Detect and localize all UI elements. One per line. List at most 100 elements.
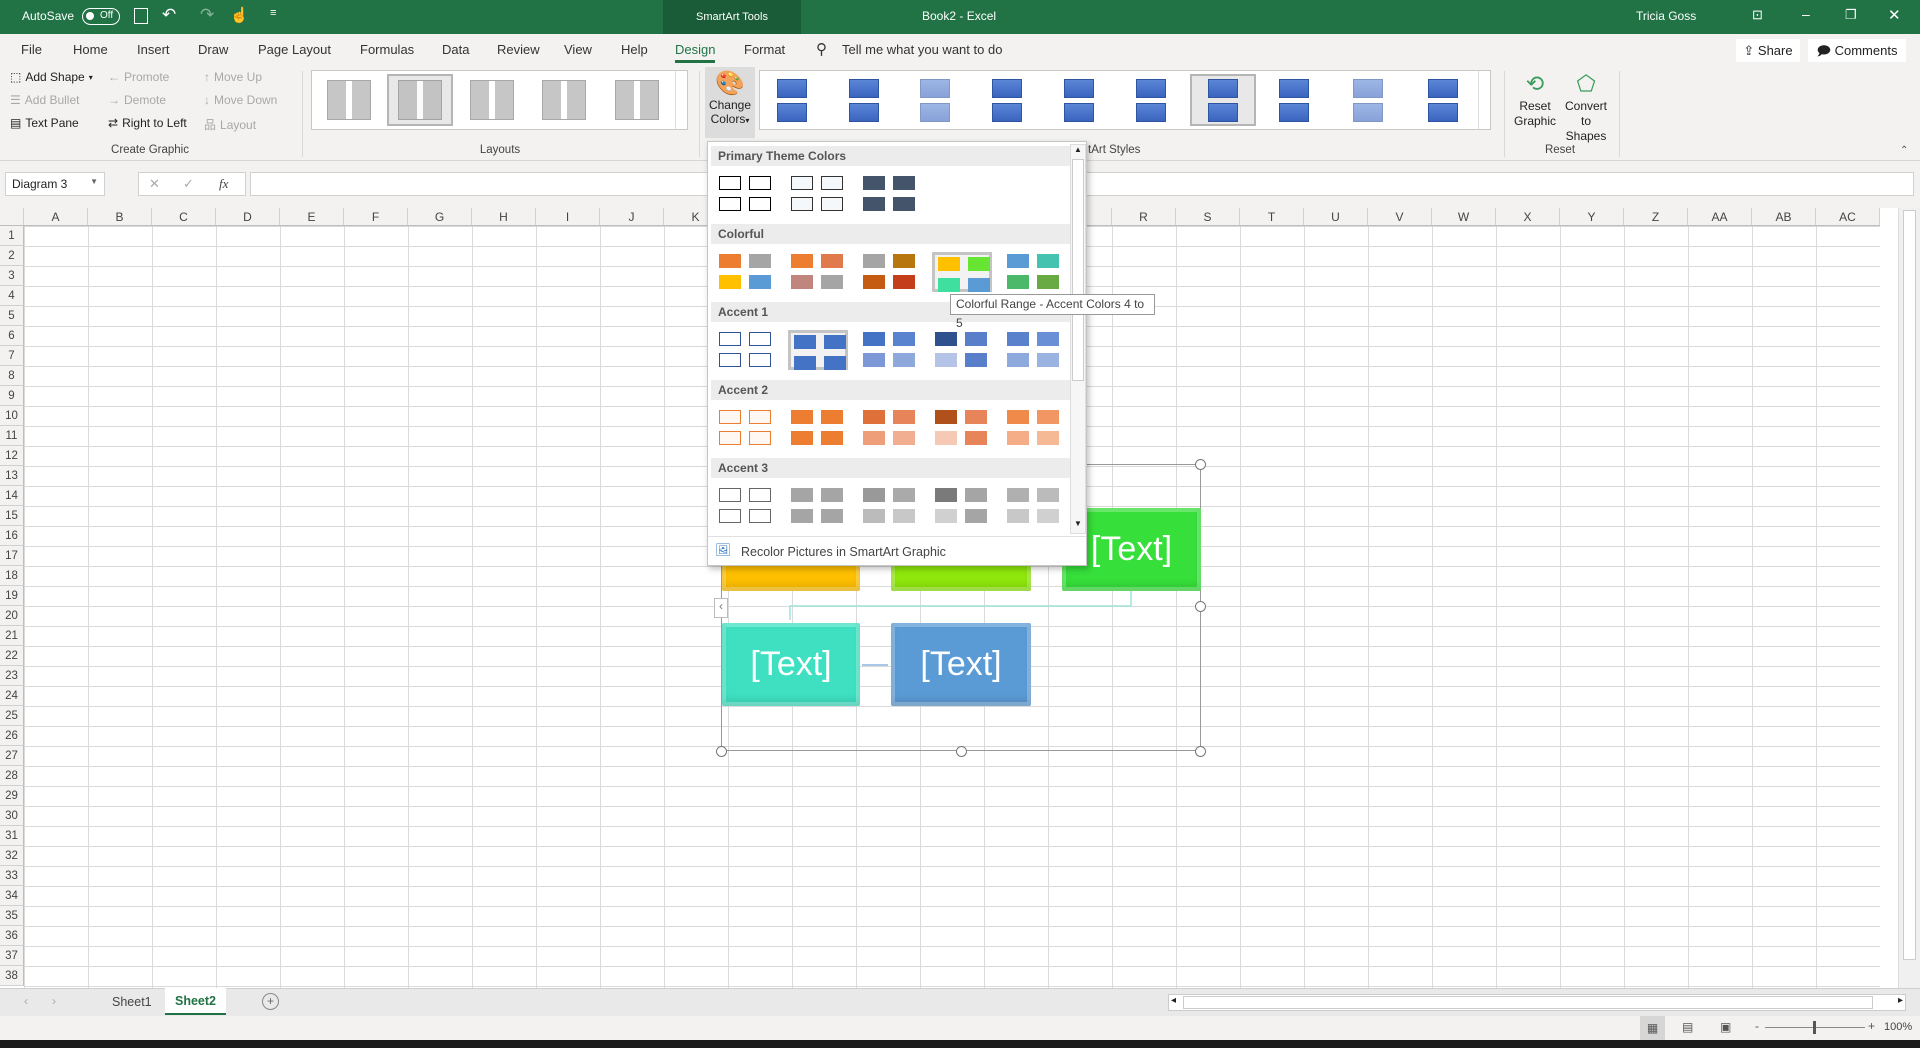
color-option[interactable] (1004, 330, 1064, 370)
color-swatch (791, 197, 813, 211)
menu-scrollbar[interactable]: ▲ ▼ (1070, 144, 1086, 534)
color-swatch (893, 509, 915, 523)
color-swatch (893, 176, 915, 190)
color-option[interactable] (932, 486, 992, 526)
color-swatch (791, 176, 813, 190)
color-option[interactable] (788, 330, 848, 370)
horizontal-scrollbar[interactable]: ◂ ▸ (1168, 994, 1906, 1011)
color-swatch (863, 197, 885, 211)
color-option[interactable] (860, 330, 920, 370)
zoom-slider[interactable] (1765, 1021, 1865, 1034)
zoom-out-icon[interactable]: - (1755, 1019, 1759, 1033)
color-swatch (1037, 488, 1059, 502)
color-option[interactable] (860, 408, 920, 448)
scroll-thumb[interactable] (1183, 996, 1873, 1009)
smartart-shape-4[interactable]: [Text] (722, 623, 860, 706)
color-swatch (1007, 275, 1029, 289)
zoom-in-icon[interactable]: + (1868, 1019, 1875, 1033)
color-swatch (791, 431, 813, 445)
resize-handle[interactable] (1195, 601, 1206, 612)
color-option[interactable] (1004, 408, 1064, 448)
color-swatch (719, 431, 741, 445)
recolor-icon: 🖼 (715, 543, 731, 557)
color-swatch (1037, 332, 1059, 346)
color-swatch (863, 275, 885, 289)
color-swatch (719, 275, 741, 289)
scroll-thumb[interactable] (1072, 159, 1084, 381)
color-swatch (824, 335, 846, 349)
zoom-slider-thumb[interactable] (1813, 1021, 1816, 1034)
color-swatch (893, 197, 915, 211)
color-swatch (893, 332, 915, 346)
color-swatch (821, 488, 843, 502)
zoom-level[interactable]: 100% (1884, 1021, 1912, 1033)
sheet-tab-sheet1[interactable]: Sheet1 (102, 989, 162, 1016)
color-swatch (719, 332, 741, 346)
resize-handle[interactable] (1195, 746, 1206, 757)
color-option[interactable] (1004, 252, 1064, 292)
color-swatch (965, 431, 987, 445)
color-option[interactable] (860, 252, 920, 292)
color-option[interactable] (788, 408, 848, 448)
color-swatch (749, 353, 771, 367)
color-swatch (893, 410, 915, 424)
color-option[interactable] (788, 174, 848, 214)
section-header: Primary Theme Colors (711, 146, 1073, 166)
scroll-up-icon[interactable]: ▲ (1071, 145, 1085, 154)
scroll-sheets-right-icon[interactable]: › (52, 994, 56, 1008)
color-swatch (821, 509, 843, 523)
sheet-tab-bar: ‹ › Sheet1 Sheet2 + ◂ ▸ (0, 988, 1920, 1016)
color-swatch (968, 257, 990, 271)
resize-handle[interactable] (1195, 459, 1206, 470)
color-swatch (794, 335, 816, 349)
new-sheet-icon[interactable]: + (262, 993, 279, 1010)
color-swatch (935, 431, 957, 445)
color-swatch (935, 509, 957, 523)
color-swatch (935, 410, 957, 424)
color-swatch (863, 176, 885, 190)
color-swatch (1007, 488, 1029, 502)
scroll-left-icon[interactable]: ◂ (1171, 995, 1176, 1006)
color-swatch (935, 332, 957, 346)
scroll-sheets-left-icon[interactable]: ‹ (24, 994, 28, 1008)
smartart-shape-5[interactable]: [Text] (891, 623, 1031, 706)
color-swatch (1007, 254, 1029, 268)
color-swatch (791, 254, 813, 268)
color-option[interactable] (932, 408, 992, 448)
resize-handle[interactable] (716, 746, 727, 757)
color-swatch (965, 410, 987, 424)
page-layout-view-icon[interactable]: ▤ (1682, 1020, 1693, 1034)
color-option[interactable] (716, 252, 776, 292)
color-option[interactable] (1004, 486, 1064, 526)
color-swatch (791, 410, 813, 424)
sheet-tab-sheet2[interactable]: Sheet2 (165, 988, 226, 1015)
color-option[interactable] (860, 174, 920, 214)
color-option[interactable] (716, 330, 776, 370)
resize-handle[interactable] (956, 746, 967, 757)
section-header: Colorful (711, 224, 1073, 244)
color-swatch (1007, 431, 1029, 445)
color-option[interactable] (860, 486, 920, 526)
color-swatch (791, 275, 813, 289)
color-swatch (863, 410, 885, 424)
color-swatch (791, 488, 813, 502)
color-swatch (749, 509, 771, 523)
color-swatch (965, 509, 987, 523)
color-swatch (749, 275, 771, 289)
normal-view-icon[interactable]: ▦ (1640, 1016, 1665, 1040)
page-break-view-icon[interactable]: ▣ (1720, 1020, 1731, 1034)
color-option[interactable] (716, 486, 776, 526)
color-swatch (821, 275, 843, 289)
color-option[interactable] (932, 252, 992, 292)
color-option[interactable] (788, 252, 848, 292)
section-header: Accent 2 (711, 380, 1073, 400)
color-swatch (749, 488, 771, 502)
color-option[interactable] (932, 330, 992, 370)
status-bar: ▦ ▤ ▣ - + 100% (0, 1016, 1920, 1040)
scroll-down-icon[interactable]: ▼ (1071, 519, 1085, 528)
recolor-pictures-item[interactable]: 🖼 Recolor Pictures in SmartArt Graphic (708, 536, 1086, 564)
color-option[interactable] (788, 486, 848, 526)
color-option[interactable] (716, 174, 776, 214)
scroll-right-icon[interactable]: ▸ (1898, 995, 1903, 1006)
color-option[interactable] (716, 408, 776, 448)
